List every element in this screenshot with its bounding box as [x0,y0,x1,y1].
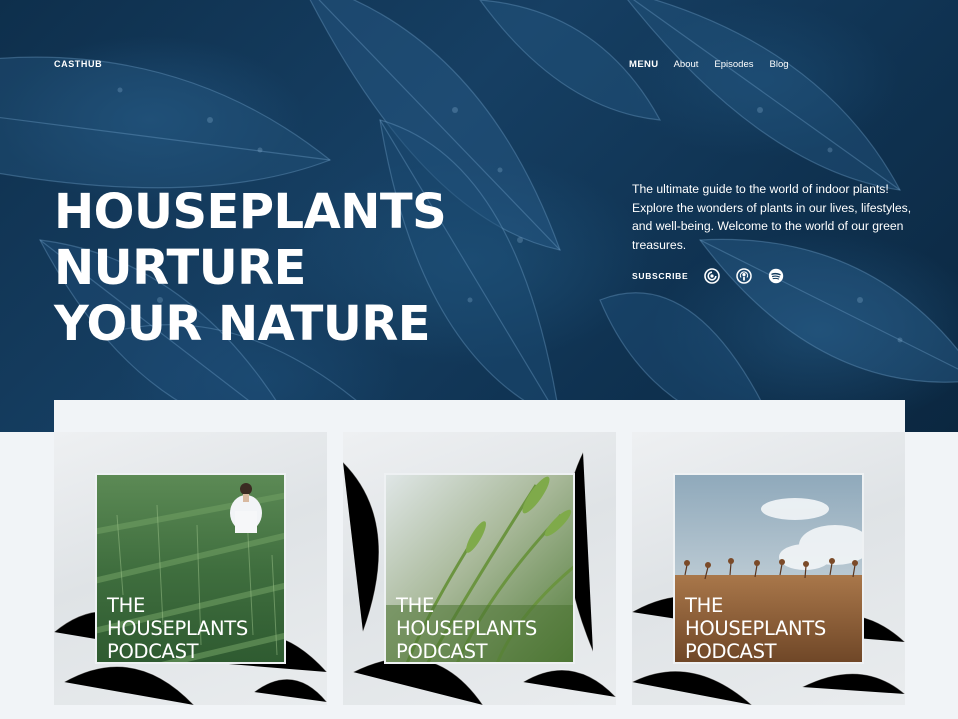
headline-line: HOUSEPLANTS [54,184,447,240]
episode-title-line: PODCAST [685,640,777,663]
episode-title-line: HOUSEPLANTS [685,617,826,640]
episode-cover: THE HOUSEPLANTS PODCAST [384,473,575,664]
nav-blog[interactable]: Blog [770,59,789,70]
episode-title-line: THE [396,594,434,617]
episode-title-line: HOUSEPLANTS [107,617,248,640]
headline-line: YOUR NATURE [54,296,431,352]
subscribe-bar: SUBSCRIBE [632,268,800,284]
episode-title-line: THE [107,594,145,617]
brand-logo[interactable]: CASTHUB [54,59,102,69]
episode-title: THE HOUSEPLANTS PODCAST [107,594,284,663]
episode-title-line: THE [685,594,723,617]
episode-title: THE HOUSEPLANTS PODCAST [396,594,573,663]
subscribe-label: SUBSCRIBE [632,271,689,281]
hero-tagline: The ultimate guide to the world of indoo… [632,182,912,252]
episode-title-line: PODCAST [396,640,488,663]
nav-about[interactable]: About [674,59,699,70]
episode-cover: THE HOUSEPLANTS PODCAST [673,473,864,664]
episode-title: THE HOUSEPLANTS PODCAST [685,594,862,663]
nav-menu[interactable]: MENU [629,59,659,70]
hero-headline: HOUSEPLANTS NURTURE YOUR NATURE [54,184,474,352]
hero-section: CASTHUB MENU About Episodes Blog HOUSEPL… [0,0,958,432]
spotify-icon[interactable] [768,268,784,284]
pocket-casts-icon[interactable] [704,268,721,284]
episode-card[interactable]: THE HOUSEPLANTS PODCAST [54,432,327,705]
episode-card[interactable]: THE HOUSEPLANTS PODCAST [632,432,905,705]
episode-title-line: PODCAST [107,640,199,663]
apple-podcasts-icon[interactable] [736,268,753,284]
episode-title-line: HOUSEPLANTS [396,617,537,640]
headline-line: NURTURE [54,240,306,296]
main-nav: MENU About Episodes Blog [629,59,789,70]
episode-card[interactable]: THE HOUSEPLANTS PODCAST [343,432,616,705]
episode-cover: THE HOUSEPLANTS PODCAST [95,473,286,664]
nav-episodes[interactable]: Episodes [714,59,753,70]
